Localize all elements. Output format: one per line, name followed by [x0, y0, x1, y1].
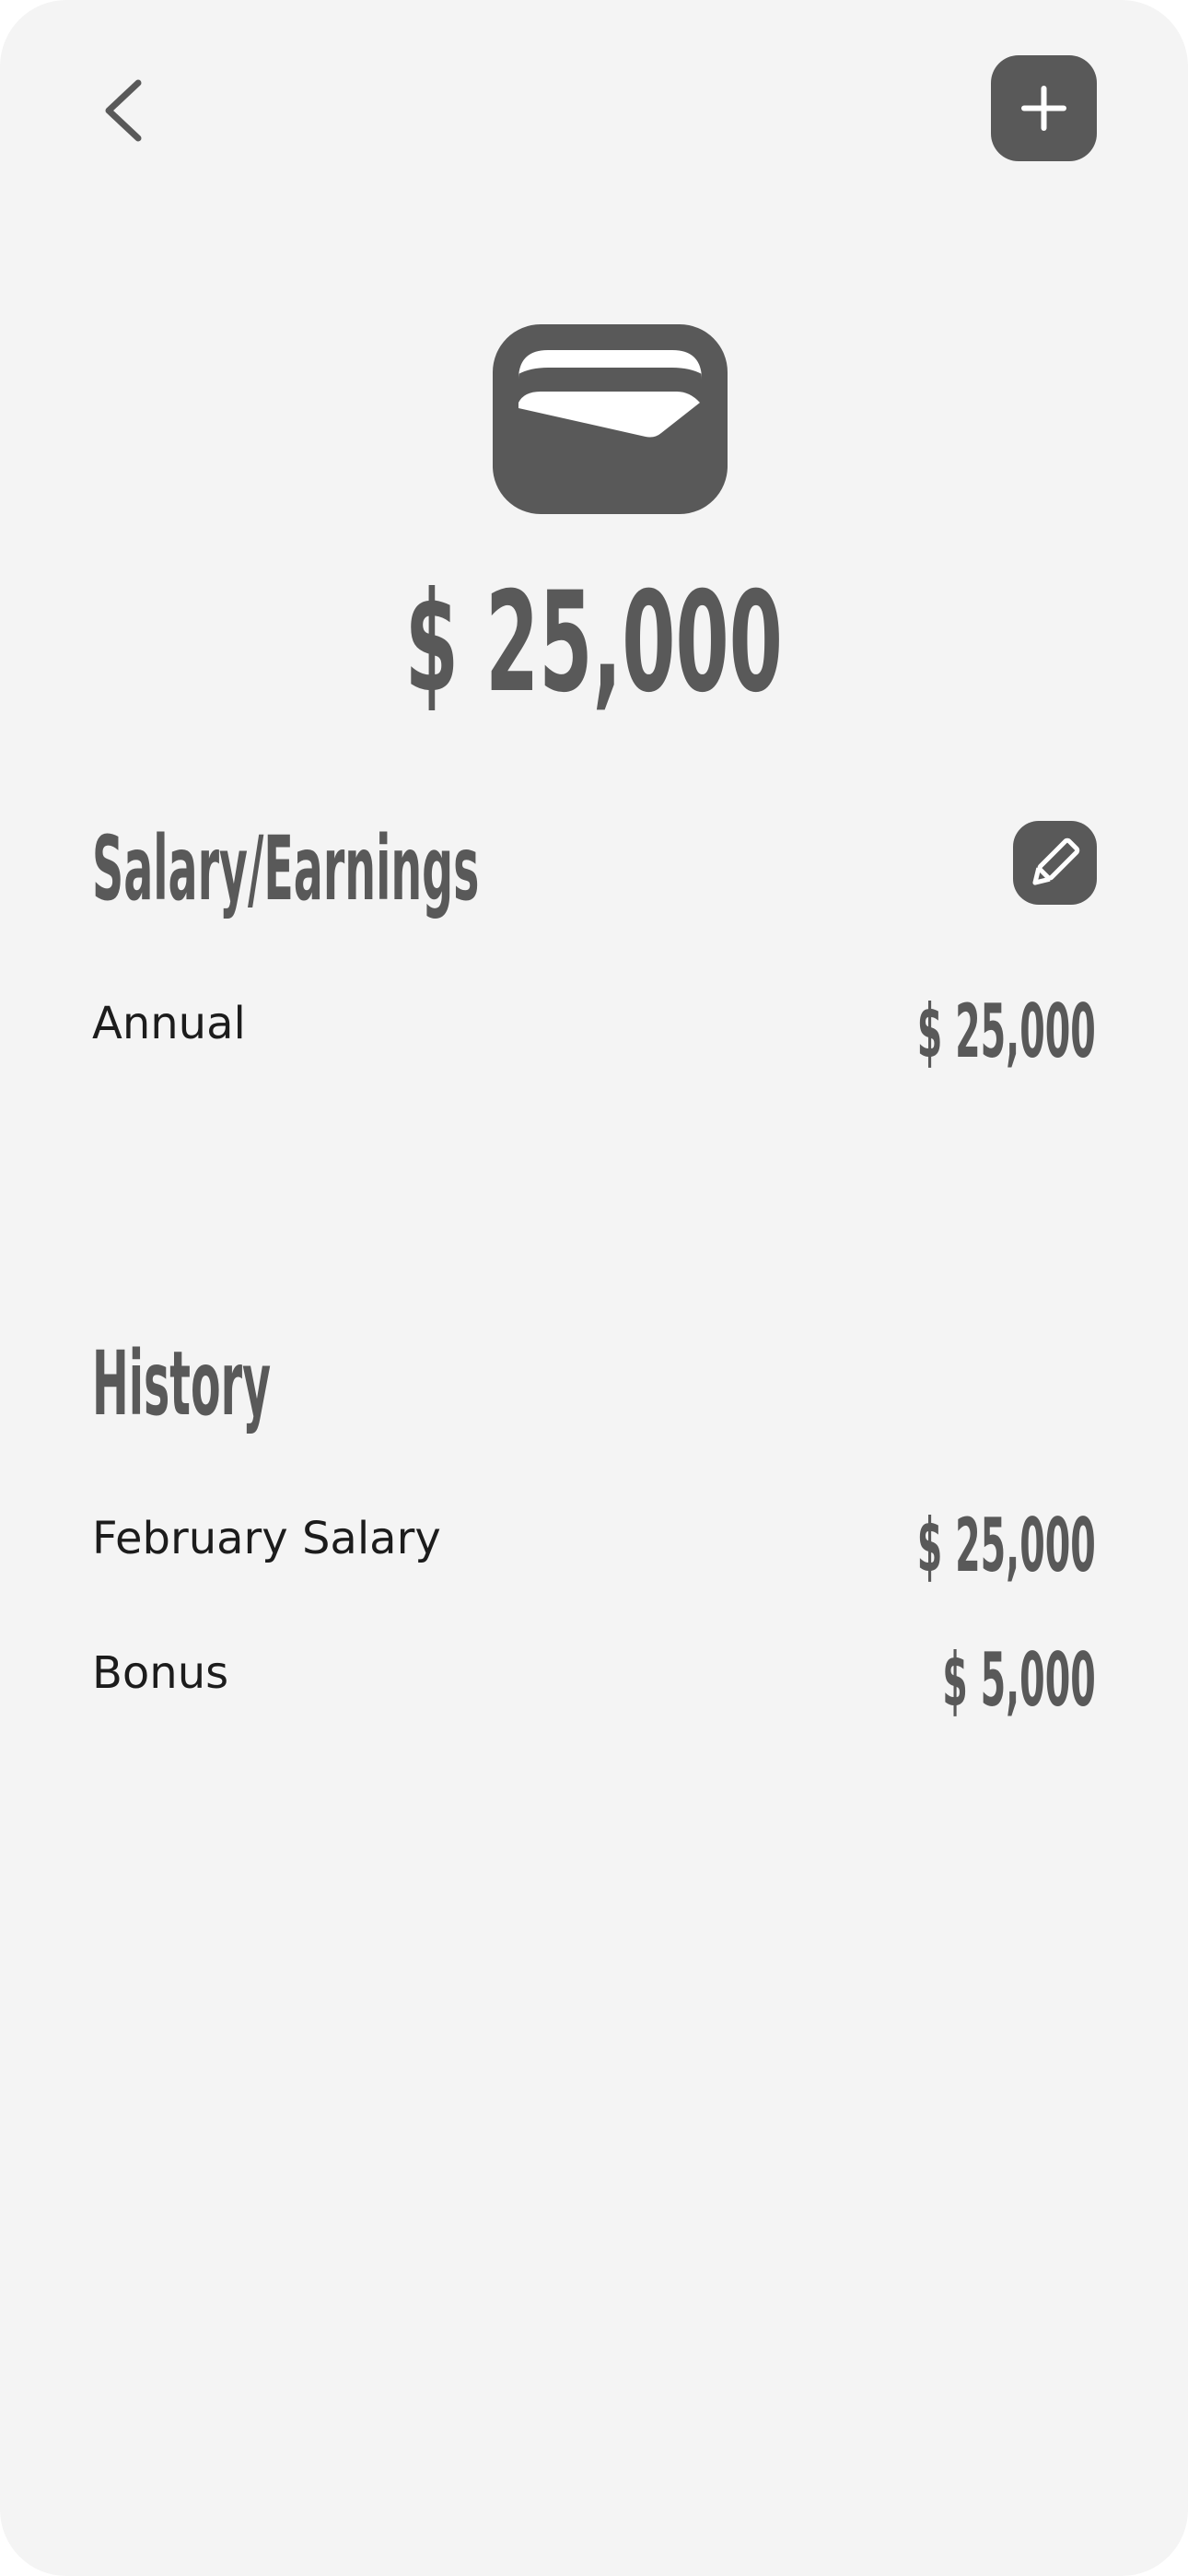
history-section-title: History	[92, 1332, 272, 1435]
back-button[interactable]	[92, 74, 157, 147]
total-amount-value: $ 25,000	[404, 563, 784, 723]
chevron-left-icon	[105, 79, 142, 142]
edit-button[interactable]	[1013, 821, 1097, 905]
pencil-icon	[1032, 837, 1080, 885]
income-detail-screen: $ 25,000 Salary/Earnings Annual $ 25,000…	[0, 0, 1188, 2576]
history-item-value: $ 5,000	[942, 1637, 1096, 1723]
history-item-label: February Salary	[92, 1513, 441, 1564]
total-amount: $ 25,000	[0, 569, 1188, 717]
annual-label: Annual	[92, 998, 246, 1049]
annual-value: $ 25,000	[916, 989, 1096, 1074]
plus-icon	[1021, 86, 1066, 131]
add-button[interactable]	[991, 55, 1097, 161]
salary-section-title: Salary/Earnings	[92, 817, 480, 920]
history-item-label: Bonus	[92, 1647, 229, 1699]
history-item-value: $ 25,000	[916, 1503, 1096, 1588]
wallet-icon	[493, 324, 728, 514]
